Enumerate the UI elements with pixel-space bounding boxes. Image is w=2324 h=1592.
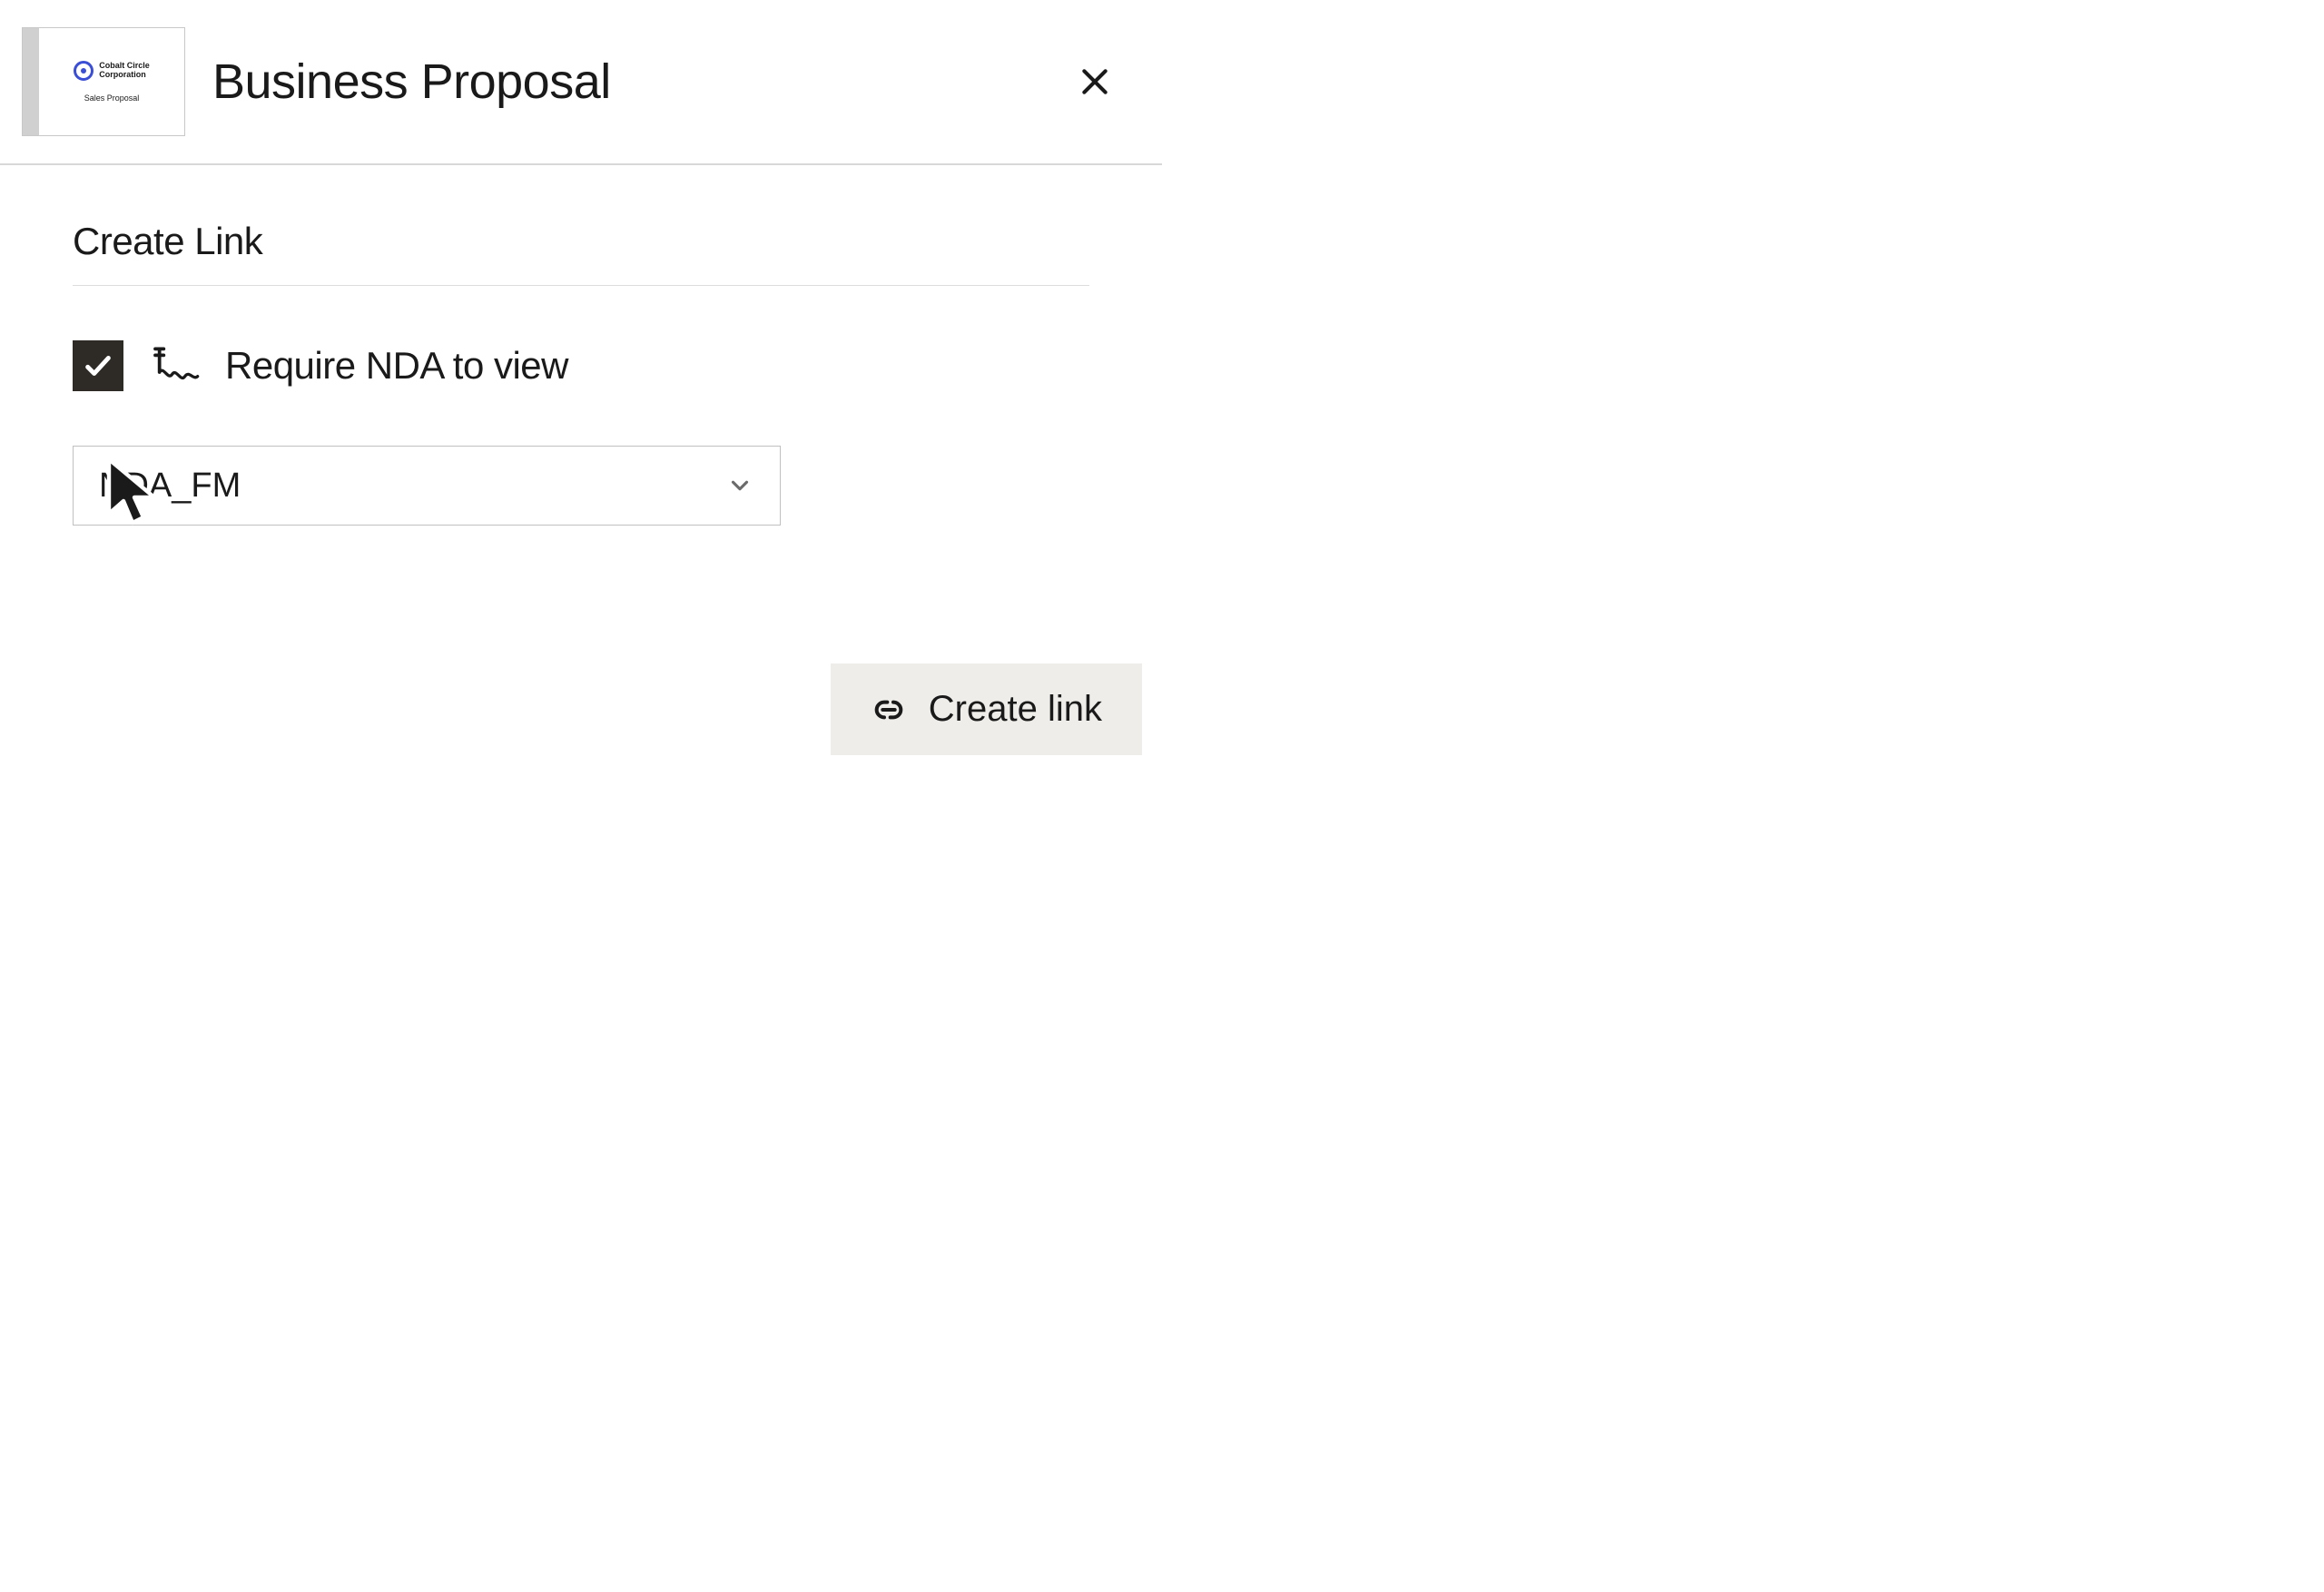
thumbnail-content: Cobalt Circle Corporation Sales Proposal [39,28,184,135]
section-title: Create Link [73,220,1089,286]
create-link-button-label: Create link [929,689,1102,730]
thumbnail-stripe [23,28,39,135]
thumbnail-logo-row: Cobalt Circle Corporation [74,61,150,81]
dialog-body: Create Link Require NDA to view NDA_FM [0,165,1162,562]
require-nda-checkbox[interactable] [73,340,123,391]
chevron-down-icon [725,471,754,500]
link-icon [871,692,907,728]
company-name-line2: Corporation [99,71,150,80]
document-thumbnail: Cobalt Circle Corporation Sales Proposal [22,27,185,136]
thumbnail-subtitle: Sales Proposal [84,93,140,103]
close-button[interactable] [1073,60,1117,103]
close-icon [1077,64,1113,100]
check-icon [83,350,113,381]
require-nda-row: Require NDA to view [73,340,1089,391]
signature-icon [149,344,200,388]
dropdown-selected-value: NDA_FM [99,467,241,506]
create-link-button[interactable]: Create link [831,663,1142,755]
company-logo-icon [74,61,94,81]
thumbnail-company-name: Cobalt Circle Corporation [99,62,150,80]
document-title: Business Proposal [212,54,611,110]
nda-template-dropdown[interactable]: NDA_FM [73,446,781,526]
require-nda-label: Require NDA to view [225,344,568,388]
dialog-header: Cobalt Circle Corporation Sales Proposal… [0,0,1162,165]
